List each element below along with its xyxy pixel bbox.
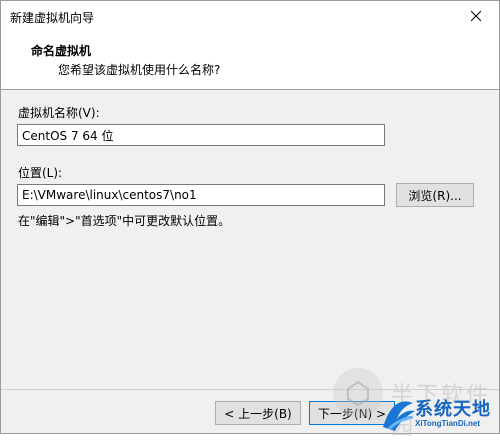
window-title: 新建虚拟机向导: [10, 11, 95, 25]
close-button[interactable]: [453, 1, 499, 31]
location-input[interactable]: E:\VMware\linux\centos7\no1: [17, 184, 385, 206]
browse-button[interactable]: 浏览(R)...: [396, 183, 474, 207]
wizard-header: 命名虚拟机 您希望该虚拟机使用什么名称?: [1, 31, 499, 90]
back-button[interactable]: < 上一步(B): [215, 401, 301, 425]
location-label: 位置(L):: [18, 166, 63, 180]
page-subtitle: 您希望该虚拟机使用什么名称?: [58, 63, 221, 77]
vm-name-label: 虚拟机名称(V):: [18, 106, 100, 120]
close-icon: [471, 11, 481, 21]
wizard-window: 新建虚拟机向导 命名虚拟机 您希望该虚拟机使用什么名称? 虚拟机名称(V): C…: [0, 0, 500, 440]
watermark-circle: [333, 368, 383, 418]
page-title: 命名虚拟机: [31, 44, 92, 58]
vm-name-input[interactable]: CentOS 7 64 位: [17, 124, 385, 146]
site-logo-url: XiTongTianDi.net: [415, 419, 481, 428]
title-bar: 新建虚拟机向导: [1, 1, 499, 31]
watermark-logo-icon: [347, 380, 369, 407]
site-logo-text: 系统天地: [415, 399, 491, 420]
location-hint: 在"编辑">"首选项"中可更改默认位置。: [18, 214, 231, 228]
